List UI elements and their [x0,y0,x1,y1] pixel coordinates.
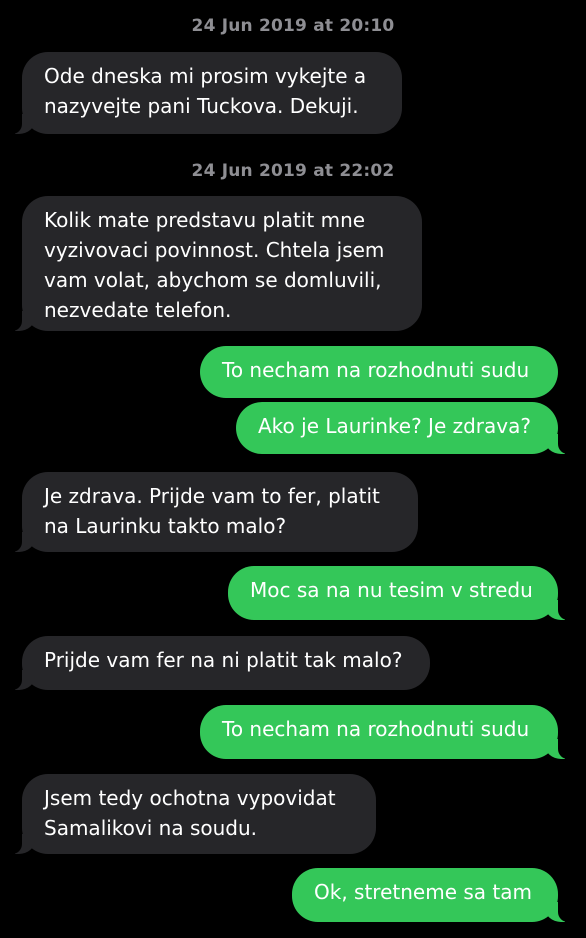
timestamp: 24 Jun 2019 at 22:02 [191,161,395,181]
timestamp: 24 Jun 2019 at 20:10 [191,16,395,36]
received-message[interactable]: Je zdrava. Prijde vam to fer, platit na … [8,472,418,552]
sent-message[interactable]: Moc sa na nu tesim v stredu [228,566,572,620]
sent-message[interactable]: Ok, stretneme sa tam [292,868,572,922]
received-message[interactable]: Kolik mate predstavu platit mne vyzivova… [8,196,422,331]
received-message[interactable]: Jsem tedy ochotna vypovidat Samalikovi n… [8,774,376,854]
received-message[interactable]: Ode dneska mi prosim vykejte a nazyvejte… [8,52,402,134]
sent-message[interactable]: To necham na rozhodnuti sudu [200,346,558,398]
sent-message[interactable]: To necham na rozhodnuti sudu [200,705,572,759]
received-message[interactable]: Prijde vam fer na ni platit tak malo? [8,636,430,690]
sent-message[interactable]: Ako je Laurinke? Je zdrava? [236,402,572,454]
